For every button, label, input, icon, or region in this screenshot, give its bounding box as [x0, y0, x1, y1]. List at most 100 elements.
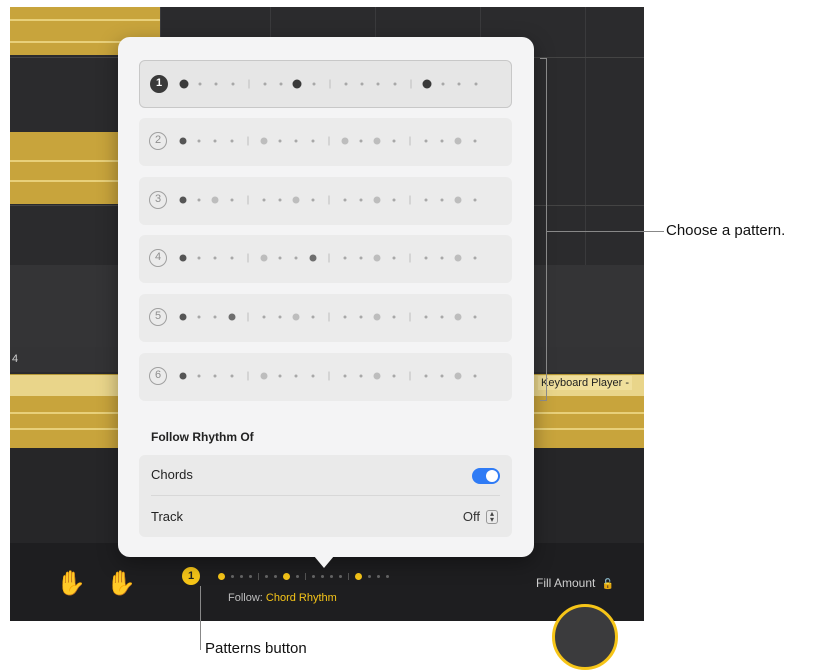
fill-amount-knob[interactable]	[552, 604, 618, 670]
rhythm-dot	[392, 315, 396, 319]
rhythm-dot	[179, 313, 187, 321]
follow-value: Chord Rhythm	[265, 592, 337, 604]
rhythm-dot	[343, 315, 347, 319]
rhythm-dot	[260, 137, 268, 145]
fill-amount-label: Fill Amount 🔓	[536, 576, 614, 590]
rhythm-dot	[179, 79, 189, 89]
pattern-number-icon: 4	[149, 249, 167, 267]
divider	[151, 495, 500, 496]
beat-separator	[247, 253, 249, 263]
rhythm-dot	[262, 198, 266, 202]
rhythm-dot	[283, 572, 290, 580]
pattern-dots	[179, 193, 503, 207]
rhythm-dot	[309, 254, 317, 262]
rhythm-dot	[392, 256, 396, 260]
rhythm-dot	[457, 82, 461, 86]
beat-separator	[409, 312, 411, 322]
beat-separator	[247, 136, 249, 146]
rhythm-dot	[294, 139, 298, 143]
callout-leader	[546, 231, 664, 232]
rhythm-dot	[294, 256, 298, 260]
beat-separator	[409, 136, 411, 146]
rhythm-dot	[230, 256, 234, 260]
rhythm-dot	[359, 256, 363, 260]
chords-label: Chords	[151, 467, 193, 482]
track-select[interactable]: Off	[463, 509, 480, 524]
rhythm-dot	[214, 82, 218, 86]
pattern-row-5[interactable]: 5	[139, 294, 512, 342]
rhythm-dot	[292, 313, 300, 321]
rhythm-dot	[454, 313, 462, 321]
rhythm-dot	[197, 198, 201, 202]
rhythm-dot	[263, 82, 267, 86]
chords-toggle[interactable]	[472, 468, 500, 484]
rhythm-dot	[278, 315, 282, 319]
rhythm-dot	[294, 374, 298, 378]
rhythm-dot	[274, 574, 277, 578]
raised-hand-icon[interactable]: ✋	[106, 569, 136, 598]
rhythm-dot	[368, 574, 371, 578]
rhythm-dot	[179, 137, 187, 145]
beat-separator	[348, 572, 349, 580]
rhythm-dot	[179, 372, 187, 380]
rhythm-dot	[454, 196, 462, 204]
rhythm-dot	[260, 254, 268, 262]
rhythm-dot	[260, 372, 268, 380]
region-middle[interactable]	[10, 132, 118, 204]
rhythm-dot	[473, 374, 477, 378]
rhythm-dot	[231, 574, 234, 578]
pattern-dots	[179, 77, 504, 91]
pattern-row-4[interactable]: 4	[139, 235, 512, 283]
updown-chevron-icon[interactable]: ▴ ▾	[486, 510, 498, 524]
pattern-row-6[interactable]: 6	[139, 353, 512, 401]
rhythm-dot	[373, 196, 381, 204]
rhythm-dot	[454, 254, 462, 262]
rhythm-dot	[343, 374, 347, 378]
fill-amount-text: Fill Amount	[536, 576, 596, 590]
rhythm-dot	[355, 572, 362, 580]
rhythm-dot	[373, 137, 381, 145]
ruler-bar-number: 4	[12, 353, 19, 365]
patterns-button[interactable]: 1	[182, 567, 200, 585]
rhythm-dot	[311, 315, 315, 319]
rhythm-dot	[330, 574, 333, 578]
rhythm-dot	[440, 256, 444, 260]
rhythm-dot	[213, 315, 217, 319]
rhythm-dot	[321, 574, 324, 578]
rhythm-dot	[311, 374, 315, 378]
rhythm-dot	[197, 139, 201, 143]
rhythm-dot	[278, 139, 282, 143]
rhythm-dot	[359, 315, 363, 319]
rhythm-dot	[373, 372, 381, 380]
pattern-dots	[179, 251, 503, 265]
rhythm-dot	[179, 196, 187, 204]
rhythm-dot	[249, 574, 252, 578]
raised-hand-icon[interactable]: ✋	[56, 569, 86, 598]
lock-icon[interactable]: 🔓	[602, 579, 614, 590]
pattern-row-1[interactable]: 1	[139, 60, 512, 108]
rhythm-dot	[386, 574, 389, 578]
rhythm-dot	[179, 254, 187, 262]
rhythm-dot	[278, 256, 282, 260]
pattern-dots	[179, 369, 503, 383]
rhythm-dot	[230, 374, 234, 378]
rhythm-dot	[424, 256, 428, 260]
rhythm-dot	[312, 574, 315, 578]
beat-separator	[409, 195, 411, 205]
beat-separator	[328, 136, 330, 146]
rhythm-dot	[454, 137, 462, 145]
rhythm-dot	[230, 198, 234, 202]
rhythm-dot	[279, 82, 283, 86]
rhythm-dot	[262, 315, 266, 319]
pattern-row-3[interactable]: 3	[139, 177, 512, 225]
rhythm-dot	[373, 254, 381, 262]
follow-status: Follow: Chord Rhythm	[228, 592, 337, 604]
rhythm-dot	[278, 374, 282, 378]
rhythm-dot	[359, 139, 363, 143]
pattern-row-2[interactable]: 2	[139, 118, 512, 166]
follow-rhythm-title: Follow Rhythm Of	[151, 430, 254, 444]
callout-choose-pattern: Choose a pattern.	[666, 222, 786, 239]
beat-separator	[247, 371, 249, 381]
rhythm-dot	[424, 198, 428, 202]
beat-separator	[328, 371, 330, 381]
